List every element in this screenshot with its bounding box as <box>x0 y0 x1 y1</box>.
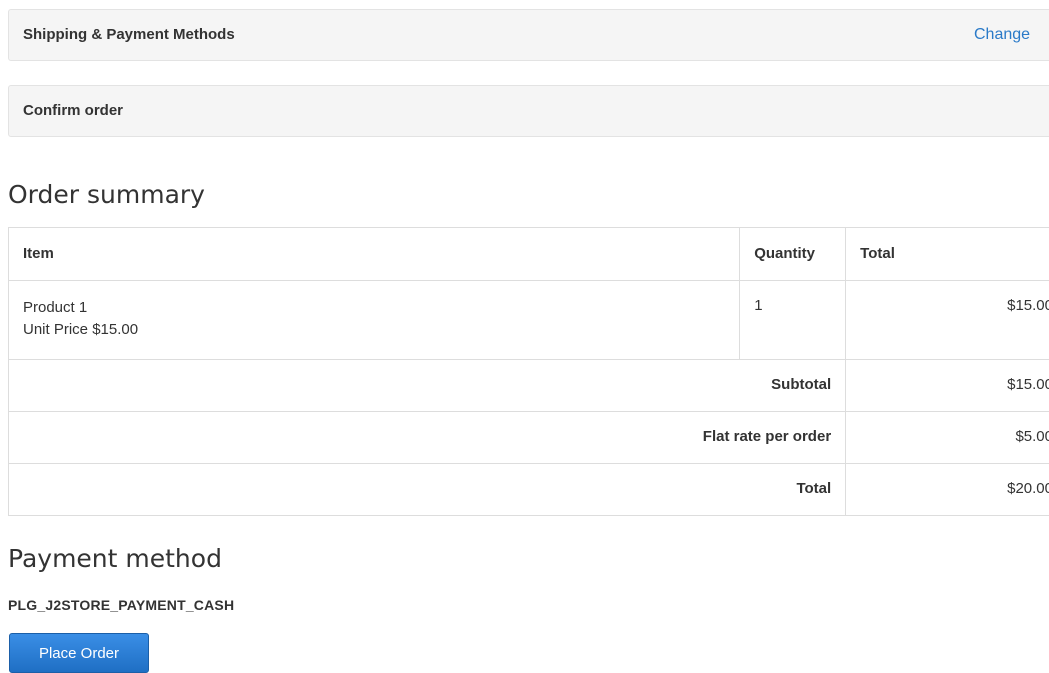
subtotal-label: Subtotal <box>9 360 846 412</box>
payment-method-heading: Payment method <box>8 544 222 573</box>
column-header-total: Total <box>846 228 1049 281</box>
grand-total-row: Total $20.00 <box>9 464 1049 516</box>
order-summary-heading: Order summary <box>8 180 205 209</box>
shipping-payment-panel: Shipping & Payment Methods Change <box>8 9 1049 61</box>
unit-price-value: $15.00 <box>92 321 138 338</box>
place-order-button[interactable]: Place Order <box>9 633 149 673</box>
line-total-cell: $15.00 <box>846 281 1049 360</box>
order-summary-table: Item Quantity Total Product 1 Unit Price… <box>8 227 1049 516</box>
change-link[interactable]: Change <box>974 26 1030 44</box>
shipping-rate-value: $5.00 <box>846 412 1049 464</box>
unit-price-label: Unit Price <box>23 321 88 338</box>
product-name: Product 1 <box>23 297 725 319</box>
grand-total-label: Total <box>9 464 846 516</box>
grand-total-value: $20.00 <box>846 464 1049 516</box>
shipping-payment-title: Shipping & Payment Methods <box>23 26 235 43</box>
shipping-rate-row: Flat rate per order $5.00 <box>9 412 1049 464</box>
payment-method-code: PLG_J2STORE_PAYMENT_CASH <box>8 597 234 613</box>
item-cell: Product 1 Unit Price $15.00 <box>9 281 740 360</box>
table-row: Product 1 Unit Price $15.00 1 $15.00 <box>9 281 1049 360</box>
confirm-order-title: Confirm order <box>23 102 123 119</box>
table-header-row: Item Quantity Total <box>9 228 1049 281</box>
subtotal-value: $15.00 <box>846 360 1049 412</box>
subtotal-row: Subtotal $15.00 <box>9 360 1049 412</box>
column-header-quantity: Quantity <box>740 228 846 281</box>
shipping-rate-label: Flat rate per order <box>9 412 846 464</box>
quantity-cell: 1 <box>740 281 846 360</box>
column-header-item: Item <box>9 228 740 281</box>
confirm-order-panel: Confirm order <box>8 85 1049 137</box>
unit-price-line: Unit Price $15.00 <box>23 319 725 341</box>
